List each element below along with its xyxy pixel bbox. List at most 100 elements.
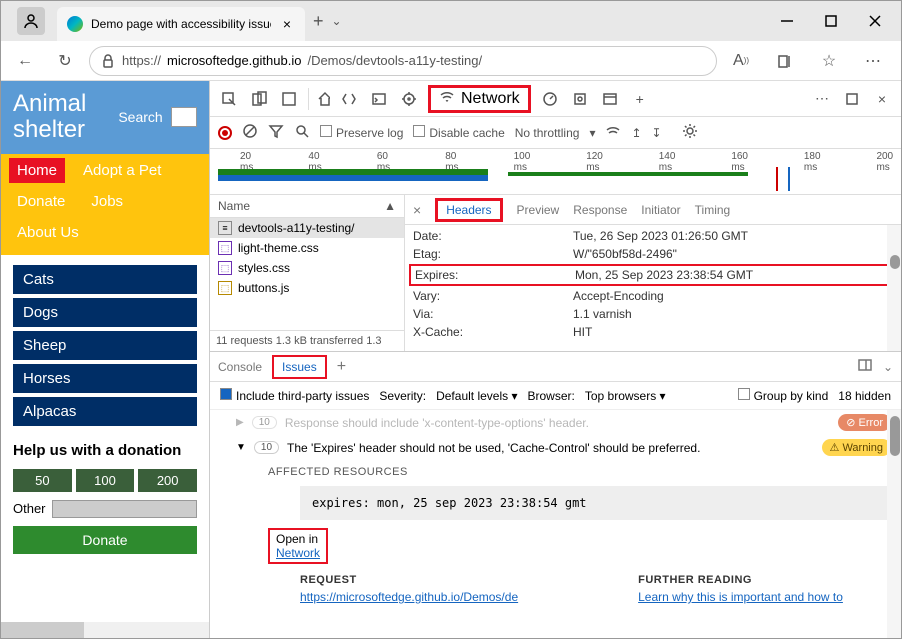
memory-icon[interactable] [569, 88, 591, 110]
request-row[interactable]: ⬚light-theme.css [210, 238, 404, 258]
network-settings-icon[interactable] [682, 123, 698, 142]
drawer-collapse-icon[interactable]: ⌄ [883, 360, 893, 374]
network-toolbar: Preserve log Disable cache No throttling… [210, 117, 901, 149]
console-icon[interactable] [368, 88, 390, 110]
code-snippet: expires: mon, 25 sep 2023 23:38:54 gmt [300, 486, 891, 520]
browser-tab[interactable]: Demo page with accessibility issues × [57, 7, 305, 41]
console-tab[interactable]: Console [218, 360, 262, 374]
error-badge: ⊘ Error [838, 414, 891, 431]
maximize-button[interactable] [821, 11, 841, 31]
menu-adopt[interactable]: Adopt a Pet [75, 158, 169, 183]
drawer-more-icon[interactable]: + [337, 358, 346, 376]
device-icon[interactable] [248, 88, 270, 110]
throttling-select[interactable]: No throttling [515, 126, 580, 140]
issue-row[interactable]: ▼ 10 The 'Expires' header should not be … [220, 435, 891, 460]
category-cats[interactable]: Cats [13, 265, 197, 294]
open-in-network[interactable]: Open in Network [268, 528, 328, 564]
close-devtools-icon[interactable]: × [871, 88, 893, 110]
menu-jobs[interactable]: Jobs [83, 189, 131, 214]
sort-icon[interactable]: ▲ [384, 199, 396, 213]
network-overview[interactable]: 20 ms 40 ms 60 ms 80 ms 100 ms 120 ms 14… [210, 149, 901, 195]
group-checkbox[interactable]: Group by kind [738, 388, 829, 403]
network-conditions-icon[interactable] [605, 123, 621, 142]
welcome-icon[interactable] [278, 88, 300, 110]
sources-icon[interactable] [398, 88, 420, 110]
collections-icon [777, 53, 793, 69]
issues-scrollbar[interactable] [887, 410, 901, 638]
timing-tab[interactable]: Timing [695, 203, 731, 217]
category-horses[interactable]: Horses [13, 364, 197, 393]
detail-scrollbar[interactable] [887, 225, 901, 351]
favorite-button[interactable]: ☆ [813, 45, 845, 77]
preview-tab[interactable]: Preview [517, 203, 560, 217]
expand-icon[interactable]: ▶ [236, 417, 244, 428]
category-alpacas[interactable]: Alpacas [13, 397, 197, 426]
category-list: Cats Dogs Sheep Horses Alpacas [1, 255, 209, 436]
profile-avatar[interactable] [17, 7, 45, 35]
throttling-caret-icon[interactable]: ▾ [589, 126, 595, 140]
donation-heading: Help us with a donation [1, 436, 209, 465]
more-tabs-icon[interactable]: + [629, 88, 651, 110]
donate-100[interactable]: 100 [76, 469, 135, 492]
clear-icon[interactable] [242, 123, 258, 142]
application-icon[interactable] [599, 88, 621, 110]
other-amount-input[interactable] [52, 500, 197, 518]
devtools-toolbar: Network + ⋯ × [210, 81, 901, 117]
close-detail-icon[interactable]: × [413, 202, 421, 218]
url-input[interactable]: https://microsoftedge.github.io/Demos/de… [89, 46, 717, 76]
read-aloud-button[interactable]: A)) [725, 45, 757, 77]
donate-50[interactable]: 50 [13, 469, 72, 492]
tab-actions-icon[interactable]: ⌄ [332, 14, 342, 28]
import-icon[interactable]: ↥ [631, 126, 641, 140]
settings-more-icon[interactable]: ⋯ [811, 88, 833, 110]
new-tab-button[interactable]: + [313, 11, 324, 32]
network-tab[interactable]: Network [428, 85, 531, 113]
further-reading-link[interactable]: Learn why this is important and how to [638, 590, 843, 604]
collapse-icon[interactable]: ▼ [236, 442, 246, 453]
search-icon[interactable] [294, 123, 310, 142]
minimize-button[interactable] [777, 11, 797, 31]
category-sheep[interactable]: Sheep [13, 331, 197, 360]
browser-select[interactable]: Top browsers ▾ [585, 389, 666, 403]
performance-icon[interactable] [539, 88, 561, 110]
issues-tab[interactable]: Issues [272, 355, 327, 379]
donate-200[interactable]: 200 [138, 469, 197, 492]
close-window-button[interactable] [865, 11, 885, 31]
request-link[interactable]: https://microsoftedge.github.io/Demos/de [300, 590, 518, 604]
request-row[interactable]: ⬚buttons.js [210, 278, 404, 298]
back-button[interactable]: ← [9, 45, 41, 77]
export-icon[interactable]: ↧ [652, 126, 662, 140]
issue-row[interactable]: ▶ 10 Response should include 'x-content-… [220, 410, 891, 435]
request-row[interactable]: ⬚styles.css [210, 258, 404, 278]
response-tab[interactable]: Response [573, 203, 627, 217]
third-party-checkbox[interactable]: Include third-party issues [220, 388, 369, 403]
record-button[interactable] [218, 126, 232, 140]
tab-close-icon[interactable]: × [279, 16, 295, 32]
category-dogs[interactable]: Dogs [13, 298, 197, 327]
donate-button[interactable]: Donate [13, 526, 197, 554]
drawer-dock-icon[interactable] [857, 357, 873, 376]
request-row[interactable]: ≡devtools-a11y-testing/ [210, 218, 404, 238]
search-input[interactable] [171, 107, 197, 127]
filter-icon[interactable] [268, 123, 284, 142]
home-icon[interactable] [308, 88, 330, 110]
address-bar: ← ↻ https://microsoftedge.github.io/Demo… [1, 41, 901, 81]
menu-donate[interactable]: Donate [9, 189, 73, 214]
collections-button[interactable] [769, 45, 801, 77]
open-in-network-link[interactable]: Network [276, 546, 320, 560]
elements-icon[interactable] [338, 88, 360, 110]
menu-home[interactable]: Home [9, 158, 65, 183]
headers-tab[interactable]: Headers [435, 198, 502, 222]
refresh-button[interactable]: ↻ [49, 45, 81, 77]
inspect-icon[interactable] [218, 88, 240, 110]
horizontal-scrollbar[interactable] [1, 622, 209, 638]
severity-select[interactable]: Default levels ▾ [436, 389, 517, 403]
affected-resources-heading: AFFECTED RESOURCES [268, 466, 891, 478]
name-column-header[interactable]: Name [218, 199, 250, 213]
issues-badge-icon[interactable] [841, 88, 863, 110]
menu-about[interactable]: About Us [9, 220, 87, 245]
preserve-log-checkbox[interactable]: Preserve log [320, 125, 403, 140]
more-button[interactable]: ⋯ [857, 45, 889, 77]
initiator-tab[interactable]: Initiator [641, 203, 680, 217]
disable-cache-checkbox[interactable]: Disable cache [413, 125, 504, 140]
